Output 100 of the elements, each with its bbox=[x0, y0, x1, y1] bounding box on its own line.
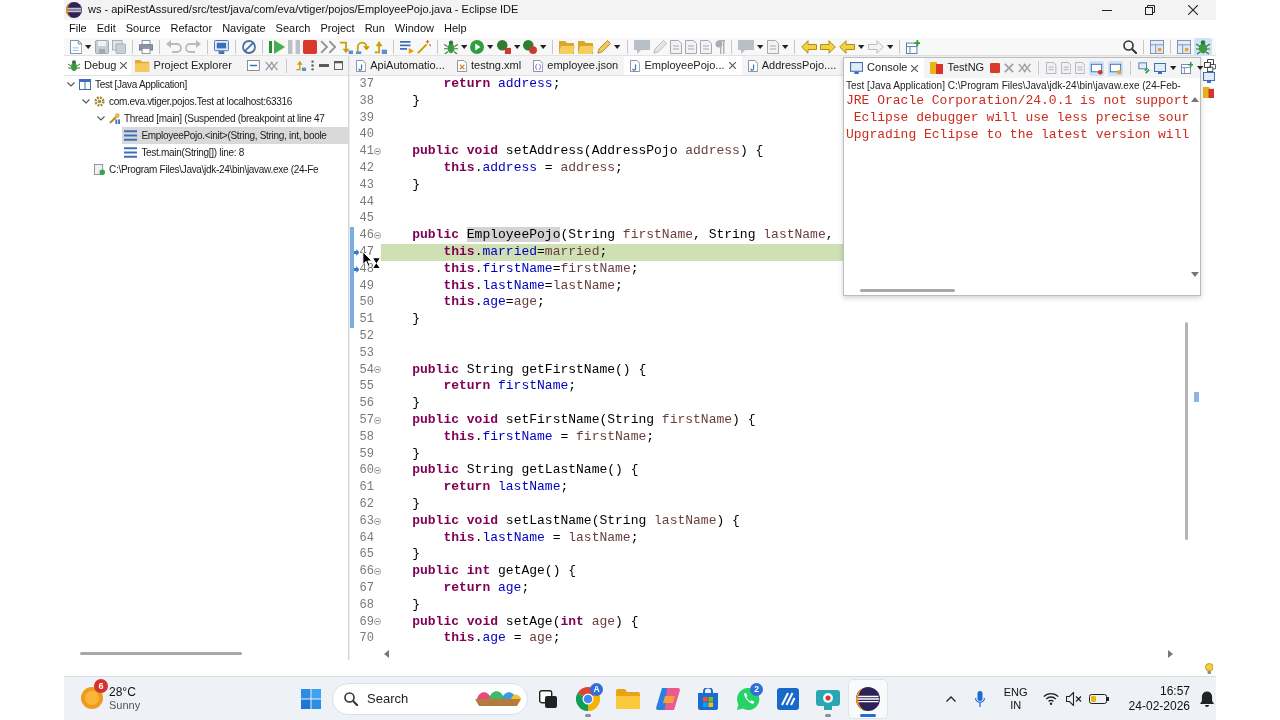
monitor-icon[interactable] bbox=[213, 39, 229, 54]
four-tiles-icon[interactable] bbox=[301, 688, 321, 709]
collapse-icon[interactable] bbox=[374, 366, 381, 374]
tree-item[interactable]: EmployeePojo.<init>(String, String, int, boole bbox=[122, 127, 348, 144]
tree-item[interactable]: Test.main(String[]) line: 8 bbox=[122, 144, 246, 161]
menu-item[interactable]: Run bbox=[359, 22, 390, 36]
close-icon[interactable] bbox=[120, 62, 128, 69]
resume-icon[interactable] bbox=[268, 39, 285, 54]
tab[interactable]: EmployeePojo... bbox=[624, 56, 742, 75]
collapse-icon[interactable] bbox=[374, 568, 381, 575]
sun-icon[interactable] bbox=[81, 687, 103, 710]
double-chevron-icon[interactable] bbox=[319, 39, 336, 54]
collapse-icon[interactable] bbox=[374, 416, 381, 424]
monitor-icon[interactable] bbox=[1089, 60, 1105, 76]
caret-icon[interactable] bbox=[614, 44, 621, 49]
caret-icon[interactable] bbox=[540, 44, 547, 49]
menu-item[interactable]: Refactor bbox=[165, 22, 218, 36]
muted-speaker-icon[interactable] bbox=[1065, 691, 1082, 706]
right-arrow-icon[interactable] bbox=[1168, 649, 1173, 658]
tab[interactable]: TestNG bbox=[924, 58, 991, 78]
up-arrow-icon[interactable] bbox=[1191, 97, 1199, 102]
list-arrow-icon[interactable] bbox=[399, 39, 414, 54]
window-grid-icon[interactable] bbox=[1177, 39, 1191, 54]
monitor-icon[interactable] bbox=[1108, 60, 1124, 76]
step-arrow-icon[interactable] bbox=[294, 60, 306, 71]
menu-item[interactable]: Window bbox=[389, 22, 439, 36]
arrow-marker-icon[interactable] bbox=[353, 265, 360, 273]
window-plus-icon[interactable] bbox=[1180, 62, 1193, 74]
tab[interactable]: Console bbox=[844, 58, 925, 78]
double-cross-icon[interactable] bbox=[264, 60, 278, 71]
scrollbar-thumb[interactable] bbox=[1184, 322, 1188, 540]
down-arrow-icon[interactable] bbox=[1191, 272, 1199, 277]
printer-icon[interactable] bbox=[138, 39, 153, 54]
menu-item[interactable]: File bbox=[64, 22, 92, 36]
caret-icon[interactable] bbox=[781, 44, 789, 49]
left-arrow-icon[interactable] bbox=[384, 649, 389, 658]
restore-icon[interactable] bbox=[1203, 59, 1214, 68]
tree-item[interactable]: C:\Program Files\Java\jdk-24\bin\javaw.exe (24-Fe bbox=[92, 161, 321, 178]
language-label[interactable]: ENG bbox=[1003, 685, 1028, 699]
taskbar-app-button[interactable]: 2 bbox=[728, 678, 768, 719]
clock-time[interactable]: 16:57 bbox=[1159, 683, 1190, 699]
left-arrow-icon[interactable] bbox=[801, 39, 818, 54]
crossed-circle-icon[interactable] bbox=[241, 39, 256, 54]
collapse-icon[interactable] bbox=[374, 148, 381, 156]
caret-icon[interactable] bbox=[1196, 66, 1204, 70]
maximize-icon[interactable] bbox=[334, 61, 343, 70]
microphone-icon[interactable] bbox=[974, 690, 985, 707]
menu-item[interactable]: Search bbox=[270, 22, 316, 36]
bug-icon[interactable] bbox=[443, 39, 458, 54]
step-arrow-icon[interactable] bbox=[338, 39, 353, 54]
chevron-down-icon[interactable] bbox=[97, 116, 105, 121]
collapse-icon[interactable] bbox=[374, 232, 381, 240]
search-icon[interactable] bbox=[1123, 39, 1137, 54]
double-cross-icon[interactable] bbox=[1018, 63, 1032, 73]
window-slash-icon[interactable] bbox=[1138, 62, 1151, 74]
step-arrow-icon[interactable] bbox=[355, 39, 370, 54]
tab[interactable]: employee.json bbox=[527, 56, 625, 75]
arrow-marker-icon[interactable] bbox=[353, 248, 360, 256]
collapse-icon[interactable] bbox=[374, 517, 381, 525]
stop-icon[interactable] bbox=[302, 39, 317, 54]
two-squares-icon[interactable] bbox=[1202, 87, 1215, 98]
collapse-icon[interactable] bbox=[374, 618, 381, 626]
tab[interactable]: Project Explorer bbox=[131, 56, 236, 75]
close-icon[interactable] bbox=[1188, 5, 1198, 15]
caret-icon[interactable] bbox=[757, 44, 764, 49]
caret-icon[interactable] bbox=[513, 44, 521, 49]
menu-item[interactable]: Source bbox=[120, 22, 166, 36]
tab[interactable]: AddressPojo.... bbox=[741, 56, 843, 75]
wifi-icon[interactable] bbox=[1042, 692, 1059, 705]
vertical-dots-icon[interactable] bbox=[310, 60, 314, 71]
two-circles-icon[interactable] bbox=[523, 39, 538, 54]
right-arrow-icon[interactable] bbox=[820, 39, 837, 54]
scrollbar-thumb[interactable] bbox=[860, 288, 955, 292]
menu-item[interactable]: Edit bbox=[91, 22, 121, 36]
tree-item[interactable]: Thread [main] (Suspended (breakpoint at line 47 bbox=[107, 110, 327, 127]
caret-icon[interactable] bbox=[858, 44, 865, 49]
tab[interactable]: testng.xml bbox=[450, 56, 528, 75]
close-icon[interactable] bbox=[728, 62, 736, 69]
chevron-up-icon[interactable] bbox=[945, 695, 956, 702]
caret-icon[interactable] bbox=[487, 44, 494, 49]
caret-icon[interactable] bbox=[1170, 66, 1177, 70]
region-label[interactable]: IN bbox=[1010, 698, 1022, 712]
window-plus-icon[interactable] bbox=[905, 39, 920, 54]
remove-icon[interactable] bbox=[1004, 63, 1015, 73]
close-icon[interactable] bbox=[911, 64, 919, 72]
collapse-icon[interactable] bbox=[374, 467, 381, 475]
restore-icon[interactable] bbox=[1207, 64, 1216, 72]
minimize-icon[interactable] bbox=[1102, 9, 1112, 11]
step-arrow-icon[interactable] bbox=[372, 39, 387, 54]
chevron-down-icon[interactable] bbox=[82, 99, 90, 104]
caret-icon[interactable] bbox=[85, 44, 92, 49]
tab[interactable]: Debug bbox=[64, 56, 132, 75]
menu-item[interactable]: Navigate bbox=[217, 22, 271, 36]
wand-icon[interactable] bbox=[416, 39, 431, 54]
taskbar-app-button[interactable] bbox=[848, 678, 888, 719]
circle-square-icon[interactable] bbox=[496, 39, 511, 54]
caret-icon[interactable] bbox=[460, 44, 468, 49]
tree-item[interactable]: Test [Java Application] bbox=[77, 76, 190, 93]
scrollbar-thumb[interactable] bbox=[80, 652, 242, 655]
monitor-icon[interactable] bbox=[1154, 62, 1167, 74]
